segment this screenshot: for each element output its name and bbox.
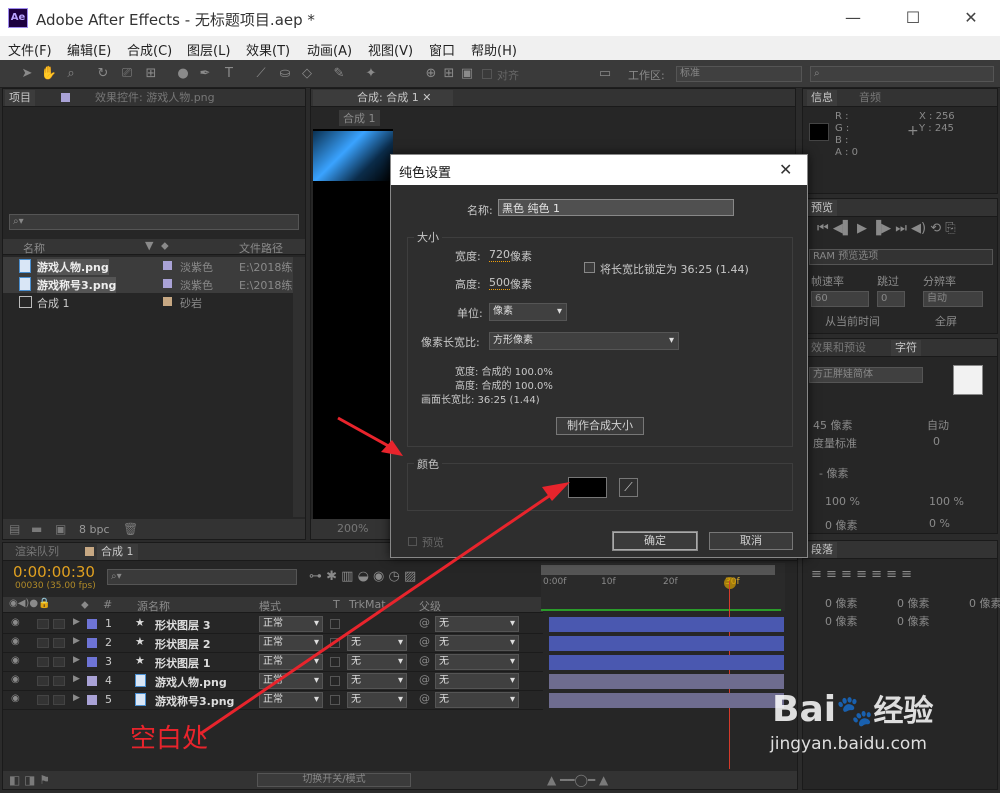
watermark-brand: Bai bbox=[772, 689, 837, 730]
arrow-to-color-swatch bbox=[199, 490, 556, 736]
arrow-to-color-group bbox=[337, 416, 393, 450]
baidu-watermark: Bai🐾经验 bbox=[772, 686, 933, 730]
annotation-text: 空白处 bbox=[130, 724, 209, 754]
watermark-url: jingyan.baidu.com bbox=[770, 734, 927, 754]
paw-icon: 🐾 bbox=[836, 694, 874, 729]
watermark-brand2: 经验 bbox=[873, 694, 934, 729]
annotation-arrows bbox=[199, 416, 570, 736]
